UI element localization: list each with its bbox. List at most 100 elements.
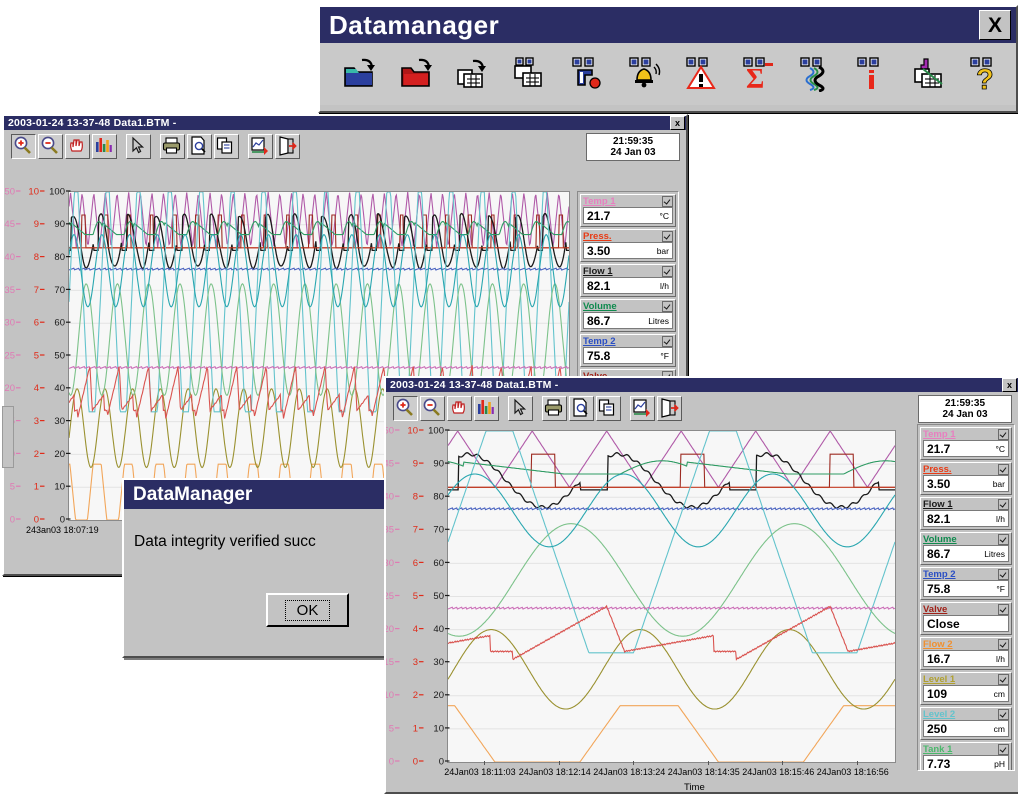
ok-button[interactable]: OK <box>266 593 349 627</box>
channel-cell[interactable]: Press. 3.50 bar <box>580 229 676 262</box>
print-icon[interactable] <box>542 396 567 421</box>
svg-text:0: 0 <box>60 514 65 525</box>
export-chart-icon[interactable] <box>248 134 273 159</box>
channel-checkbox[interactable] <box>998 534 1009 545</box>
copy-icon[interactable] <box>596 396 621 421</box>
copy-records-icon[interactable] <box>456 56 492 92</box>
channel-cell[interactable]: Volume 86.7 Litres <box>580 299 676 332</box>
channel-cell[interactable]: Flow 1 82.1 l/h <box>580 264 676 297</box>
dialog-dataintegrity: DataManager Data integrity verified succ… <box>122 478 392 658</box>
channel-cell[interactable]: Level 2 250 cm <box>920 707 1012 740</box>
exit-icon[interactable] <box>275 134 300 159</box>
copy-icon[interactable] <box>214 134 239 159</box>
svg-text:7: 7 <box>34 285 39 296</box>
alarm-bell-icon[interactable] <box>627 56 663 92</box>
info-icon[interactable] <box>855 56 891 92</box>
close-icon[interactable]: x <box>670 116 685 130</box>
print-icon[interactable] <box>160 134 185 159</box>
zoom-in-icon[interactable] <box>11 134 36 159</box>
bar-chart-icon[interactable] <box>92 134 117 159</box>
svg-text:60: 60 <box>54 318 65 329</box>
open-folder-icon[interactable] <box>399 56 435 92</box>
duplicate-records-icon[interactable] <box>513 56 549 92</box>
svg-text:7: 7 <box>413 525 418 536</box>
record-marker-icon[interactable] <box>570 56 606 92</box>
zoom-out-icon[interactable] <box>420 396 445 421</box>
channel-value-box: 82.1 l/h <box>583 277 673 294</box>
front-channel-panel: Temp 1 21.7 °C Press. 3.50 bar Flow 1 82.1 l/h Vo… <box>917 424 1015 771</box>
bar-chart-icon[interactable] <box>474 396 499 421</box>
channel-cell[interactable]: Temp 2 75.8 °F <box>920 567 1012 600</box>
channel-cell[interactable]: Press. 3.50 bar <box>920 462 1012 495</box>
select-cursor-icon[interactable] <box>508 396 533 421</box>
svg-text:20: 20 <box>4 383 15 394</box>
x-axis-title: Time <box>684 782 705 793</box>
pan-hand-icon[interactable] <box>447 396 472 421</box>
channel-checkbox[interactable] <box>662 196 673 207</box>
channel-checkbox[interactable] <box>998 429 1009 440</box>
channel-cell[interactable]: Temp 1 21.7 °C <box>580 194 676 227</box>
channel-cell[interactable]: Temp 1 21.7 °C <box>920 427 1012 460</box>
channel-unit: l/h <box>996 653 1005 664</box>
sigma-totals-icon[interactable]: Σ <box>741 56 777 92</box>
channel-value-box: 16.7 l/h <box>923 650 1009 667</box>
channel-cell[interactable]: Tank 1 7.73 pH <box>920 742 1012 770</box>
datamanager-title: Datamanager <box>329 9 500 40</box>
exit-icon[interactable] <box>657 396 682 421</box>
svg-text:10: 10 <box>433 723 444 734</box>
channel-checkbox[interactable] <box>998 569 1009 580</box>
dialog-message: Data integrity verified succ <box>134 533 316 550</box>
channel-value-box: 82.1 l/h <box>923 510 1009 527</box>
close-icon[interactable]: X <box>979 10 1011 40</box>
channel-value-box: 3.50 bar <box>923 475 1009 492</box>
channel-checkbox[interactable] <box>662 301 673 312</box>
datamanager-toolbar: Σ ? <box>320 43 1016 105</box>
channel-header: Flow 1 <box>923 499 1009 510</box>
channel-value-box: 21.7 °C <box>923 440 1009 457</box>
channel-checkbox[interactable] <box>998 604 1009 615</box>
channel-value-box: 21.7 °C <box>583 207 673 224</box>
export-records-icon[interactable] <box>912 56 948 92</box>
select-cursor-icon[interactable] <box>126 134 151 159</box>
channel-value: 82.1 <box>587 278 611 293</box>
svg-text:100: 100 <box>49 186 65 197</box>
channel-cell[interactable]: Level 1 109 cm <box>920 672 1012 705</box>
channel-cell[interactable]: ValveClose <box>920 602 1012 635</box>
svg-text:10: 10 <box>407 427 418 436</box>
signal-trace-icon[interactable] <box>798 56 834 92</box>
channel-checkbox[interactable] <box>662 231 673 242</box>
channel-cell[interactable]: Volume 86.7 Litres <box>920 532 1012 565</box>
channel-checkbox[interactable] <box>662 336 673 347</box>
help-question-icon[interactable]: ? <box>969 56 1005 92</box>
zoom-in-icon[interactable] <box>393 396 418 421</box>
open-data-icon[interactable] <box>342 56 378 92</box>
channel-value: Close <box>927 616 960 631</box>
print-preview-icon[interactable] <box>187 134 212 159</box>
back-window-scrollbar[interactable] <box>2 406 14 468</box>
channel-checkbox[interactable] <box>662 266 673 277</box>
zoom-out-icon[interactable] <box>38 134 63 159</box>
print-preview-icon[interactable] <box>569 396 594 421</box>
front-plot-canvas[interactable] <box>447 430 896 763</box>
channel-checkbox[interactable] <box>998 639 1009 650</box>
channel-checkbox[interactable] <box>998 464 1009 475</box>
channel-name: Press. <box>583 230 612 242</box>
warning-triangle-icon[interactable] <box>684 56 720 92</box>
channel-checkbox[interactable] <box>998 709 1009 720</box>
close-icon[interactable]: x <box>1002 378 1017 392</box>
svg-text:40: 40 <box>386 492 394 503</box>
front-x-tick-mark <box>707 761 709 765</box>
channel-value: 86.7 <box>587 313 611 328</box>
channel-checkbox[interactable] <box>998 674 1009 685</box>
channel-cell[interactable]: Flow 216.7 l/h <box>920 637 1012 670</box>
clock-date: 24 Jan 03 <box>610 147 656 158</box>
channel-checkbox[interactable] <box>998 744 1009 755</box>
channel-header: Press. <box>583 231 673 242</box>
channel-header: Valve <box>923 604 1009 615</box>
channel-cell[interactable]: Flow 1 82.1 l/h <box>920 497 1012 530</box>
svg-text:80: 80 <box>433 492 444 503</box>
channel-cell[interactable]: Temp 2 75.8 °F <box>580 334 676 367</box>
export-chart-icon[interactable] <box>630 396 655 421</box>
channel-checkbox[interactable] <box>998 499 1009 510</box>
pan-hand-icon[interactable] <box>65 134 90 159</box>
